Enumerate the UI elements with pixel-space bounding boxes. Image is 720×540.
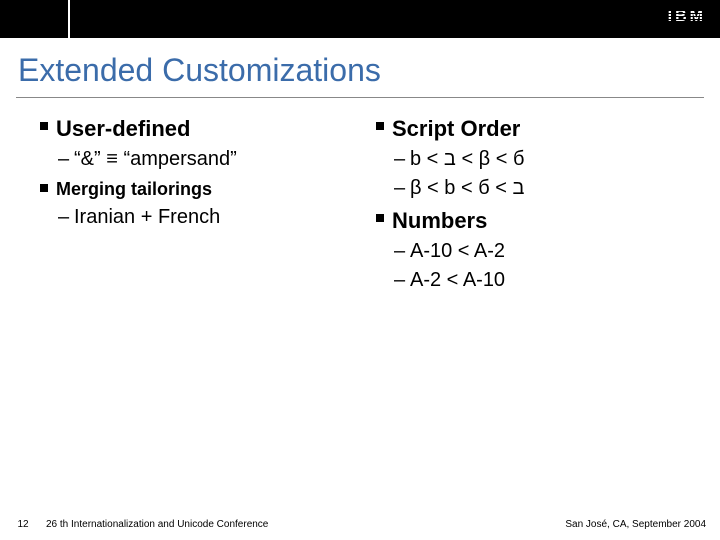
- bullet-text: Merging tailorings: [56, 179, 212, 199]
- bullet-merging: Merging tailorings: [40, 179, 370, 200]
- slide-title: Extended Customizations: [0, 38, 720, 93]
- sub-ampersand: “&” ≡ “ampersand”: [58, 148, 370, 171]
- ibm-logo-text: IBM: [668, 8, 706, 26]
- left-column: User-defined “&” ≡ “ampersand” Merging t…: [40, 108, 370, 298]
- bullet-text: Numbers: [392, 208, 487, 233]
- top-bar: [0, 0, 720, 38]
- sub-order-2: β < b < б < ב: [394, 177, 700, 200]
- sub-iranian-french: Iranian + French: [58, 206, 370, 229]
- bullet-user-defined: User-defined: [40, 116, 370, 142]
- footer-title: 26 th Internationalization and Unicode C…: [46, 519, 565, 530]
- slide-body: User-defined “&” ≡ “ampersand” Merging t…: [0, 98, 720, 298]
- square-bullet-icon: [40, 184, 48, 192]
- bullet-text: Script Order: [392, 116, 520, 141]
- ibm-logo: IBM: [668, 8, 706, 26]
- bullet-text: User-defined: [56, 116, 190, 141]
- footer: 12 26 th Internationalization and Unicod…: [0, 519, 720, 530]
- sub-order-1: b < ב < β < б: [394, 148, 700, 171]
- footer-place: San José, CA, September 2004: [565, 519, 720, 530]
- top-bar-right: [70, 0, 720, 38]
- sub-num-2: A-2 < A-10: [394, 269, 700, 292]
- sub-num-1: A-10 < A-2: [394, 240, 700, 263]
- bullet-script-order: Script Order: [376, 116, 700, 142]
- bullet-numbers: Numbers: [376, 208, 700, 234]
- top-bar-left: [0, 0, 70, 38]
- square-bullet-icon: [376, 214, 384, 222]
- right-column: Script Order b < ב < β < б β < b < б < ב…: [370, 108, 700, 298]
- page-number: 12: [0, 519, 46, 530]
- square-bullet-icon: [40, 122, 48, 130]
- square-bullet-icon: [376, 122, 384, 130]
